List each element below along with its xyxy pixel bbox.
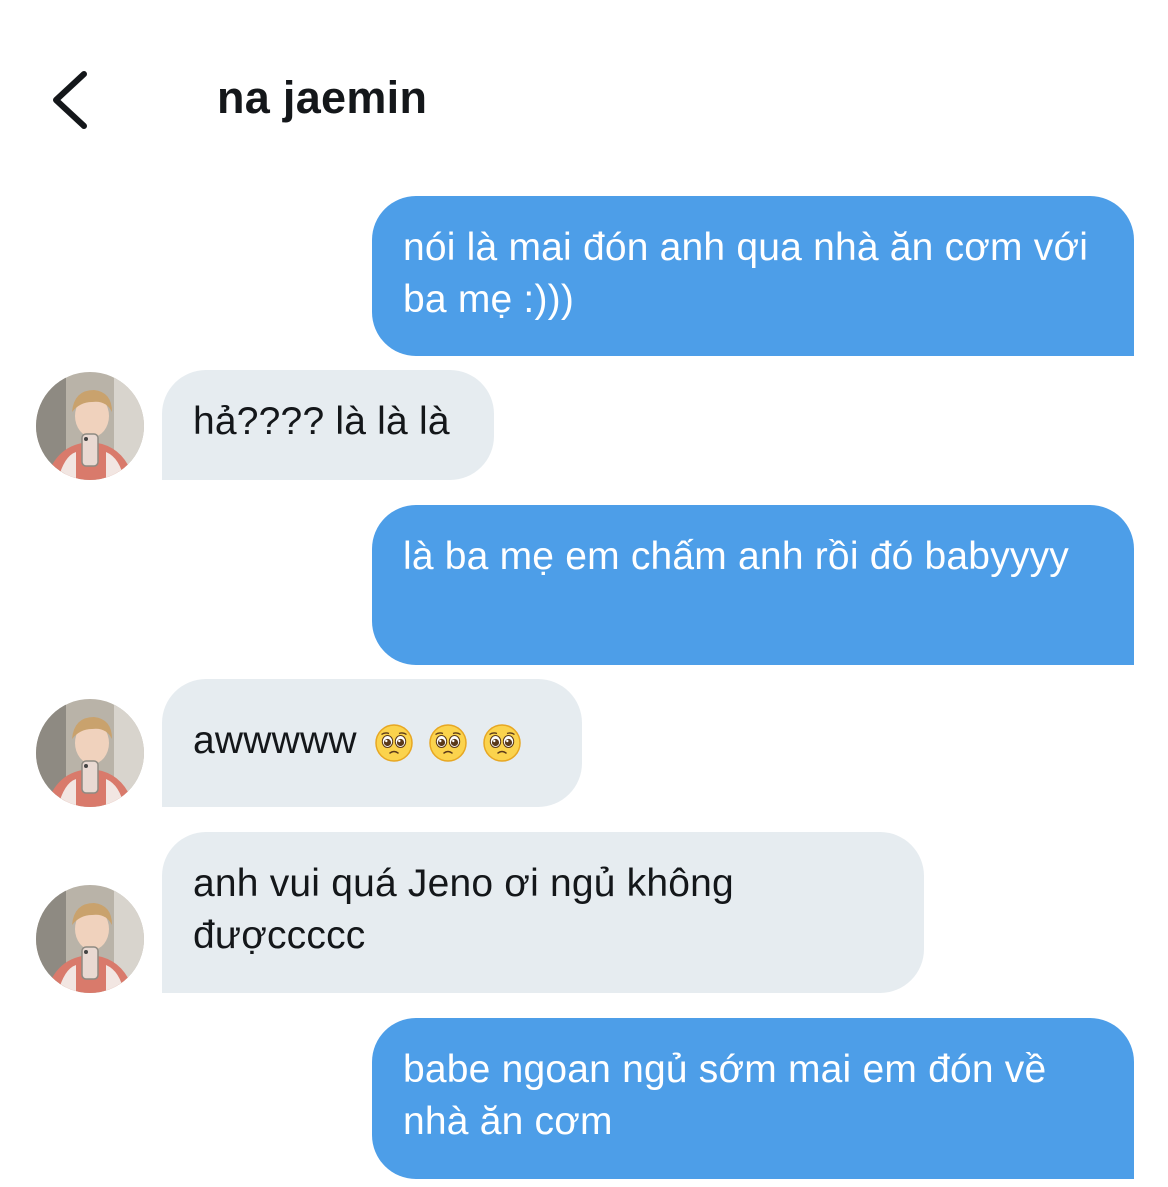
message-text: nói là mai đón anh qua nhà ăn cơm với ba…	[403, 226, 1089, 321]
avatar[interactable]	[36, 372, 144, 480]
chat-header: na jaemin	[0, 0, 1168, 160]
message-text: anh vui quá Jeno ơi ngủ không đượccccc	[193, 862, 734, 957]
message-bubble-outgoing[interactable]: babe ngoan ngủ sớm mai em đón về nhà ăn …	[372, 1018, 1134, 1179]
pleading-face-icon	[374, 723, 414, 763]
message-text: awwwww	[193, 719, 357, 762]
emoji-group	[374, 723, 522, 763]
message-bubble-incoming[interactable]: awwwww	[162, 679, 582, 807]
pleading-face-icon	[428, 723, 468, 763]
message-bubble-outgoing[interactable]: là ba mẹ em chấm anh rồi đó babyyyy	[372, 505, 1134, 665]
message-bubble-incoming[interactable]: hả???? là là là	[162, 370, 494, 480]
back-button[interactable]	[38, 66, 98, 134]
avatar-photo	[36, 372, 144, 480]
avatar[interactable]	[36, 885, 144, 993]
message-bubble-incoming[interactable]: anh vui quá Jeno ơi ngủ không đượccccc	[162, 832, 924, 993]
message-text: hả???? là là là	[193, 400, 450, 443]
message-text: là ba mẹ em chấm anh rồi đó babyyyy	[403, 535, 1070, 578]
conversation-title: na jaemin	[217, 72, 428, 123]
message-bubble-outgoing[interactable]: nói là mai đón anh qua nhà ăn cơm với ba…	[372, 196, 1134, 356]
avatar-photo	[36, 885, 144, 993]
pleading-face-icon	[482, 723, 522, 763]
avatar[interactable]	[36, 699, 144, 807]
chevron-left-icon	[53, 71, 87, 129]
avatar-photo	[36, 699, 144, 807]
message-text: babe ngoan ngủ sớm mai em đón về nhà ăn …	[403, 1048, 1047, 1143]
